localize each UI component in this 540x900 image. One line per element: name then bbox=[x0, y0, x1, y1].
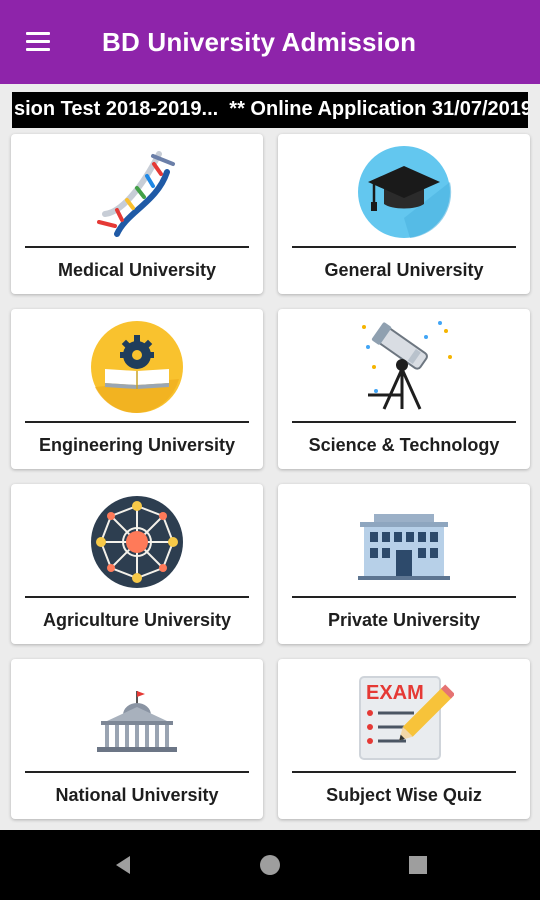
telescope-icon bbox=[354, 317, 454, 417]
home-circle-icon bbox=[260, 855, 280, 875]
menu-icon-bar bbox=[26, 48, 50, 51]
graduation-cap-icon bbox=[354, 142, 454, 242]
app-title: BD University Admission bbox=[102, 27, 417, 57]
card-label-private-university: Private University bbox=[327, 610, 481, 630]
menu-button[interactable] bbox=[22, 28, 56, 56]
card-label-subject-wise-quiz: Subject Wise Quiz bbox=[326, 785, 482, 805]
gear-book-icon bbox=[87, 317, 187, 417]
capitol-building-icon bbox=[87, 667, 187, 767]
back-button[interactable] bbox=[108, 850, 138, 880]
network-icon bbox=[87, 492, 187, 592]
recents-square-icon bbox=[409, 856, 427, 874]
card-divider bbox=[292, 771, 516, 773]
card-label-science-technology: Science & Technology bbox=[308, 435, 500, 455]
card-divider bbox=[25, 246, 249, 248]
back-triangle-icon bbox=[116, 856, 130, 874]
card-divider bbox=[25, 596, 249, 598]
card-divider bbox=[292, 421, 516, 423]
app-bar: BD University Admission bbox=[0, 0, 540, 84]
card-label-engineering-university: Engineering University bbox=[38, 435, 236, 455]
agriculture-university-card[interactable]: Agriculture University bbox=[11, 484, 263, 644]
dna-icon bbox=[87, 142, 187, 242]
svg-text:EXAM: EXAM bbox=[366, 682, 424, 704]
science-technology-card[interactable]: Science & Technology bbox=[278, 309, 530, 469]
university-building-icon bbox=[354, 492, 454, 592]
private-university-card[interactable]: Private University bbox=[278, 484, 530, 644]
menu-icon bbox=[26, 32, 50, 35]
card-label-medical-university: Medical University bbox=[57, 260, 217, 280]
card-divider bbox=[25, 771, 249, 773]
news-ticker-text: sion Test 2018-2019... ** Online Applica… bbox=[14, 98, 528, 120]
news-ticker[interactable]: sion Test 2018-2019... ** Online Applica… bbox=[12, 92, 528, 128]
recents-button[interactable] bbox=[403, 850, 433, 880]
card-divider bbox=[292, 596, 516, 598]
national-university-card[interactable]: National University bbox=[11, 659, 263, 819]
card-divider bbox=[25, 421, 249, 423]
card-label-national-university: National University bbox=[55, 785, 219, 805]
card-label-agriculture-university: Agriculture University bbox=[42, 610, 232, 630]
menu-icon-bar bbox=[26, 40, 50, 43]
card-divider bbox=[292, 246, 516, 248]
exam-icon: EXAM bbox=[354, 667, 454, 767]
engineering-university-card[interactable]: Engineering University bbox=[11, 309, 263, 469]
card-label-general-university: General University bbox=[324, 260, 484, 280]
system-navigation-bar bbox=[0, 830, 540, 900]
subject-wise-quiz-card[interactable]: EXAM Subject Wise Quiz bbox=[278, 659, 530, 819]
medical-university-card[interactable]: Medical University bbox=[11, 134, 263, 294]
general-university-card[interactable]: General University bbox=[278, 134, 530, 294]
home-button[interactable] bbox=[255, 850, 285, 880]
